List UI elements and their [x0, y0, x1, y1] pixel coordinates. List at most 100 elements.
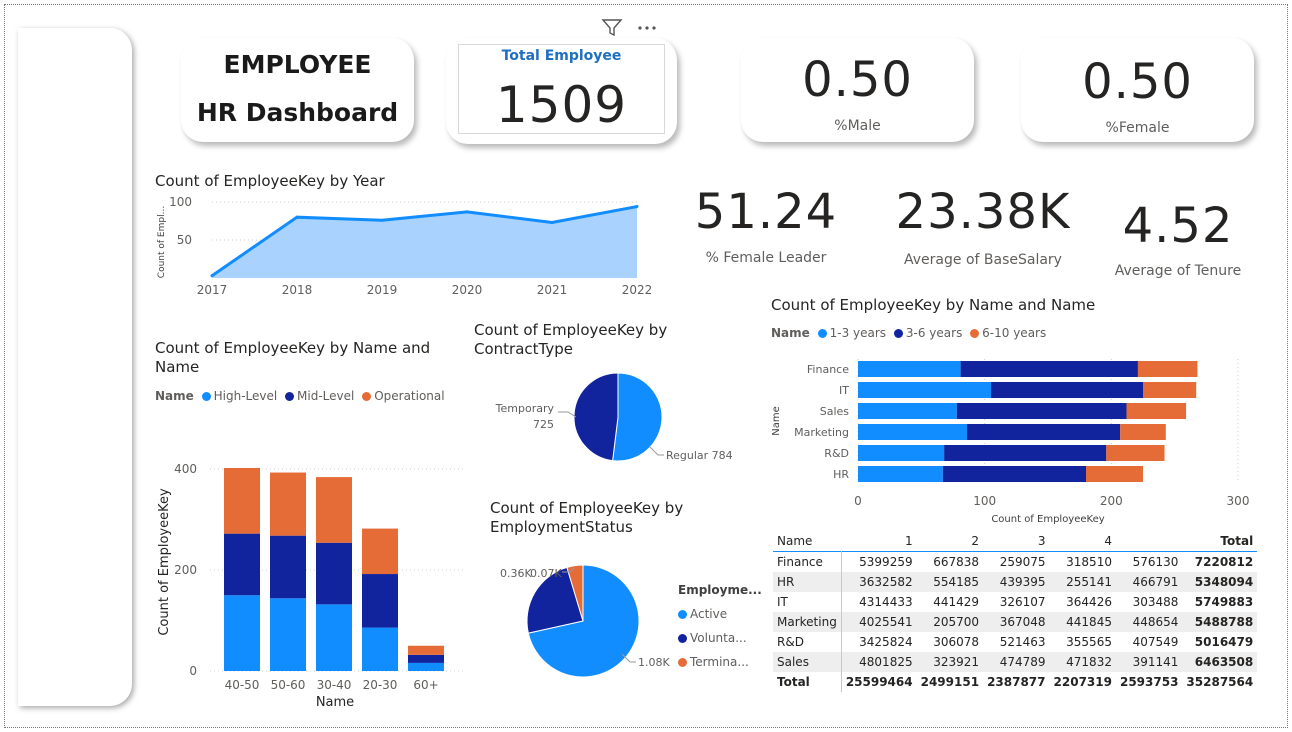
- column-header[interactable]: 1: [841, 531, 916, 552]
- bar-segment[interactable]: [1106, 445, 1165, 461]
- table-cell[interactable]: 355565: [1050, 632, 1116, 652]
- table-cell[interactable]: 364426: [1050, 592, 1116, 612]
- column-header[interactable]: 3: [983, 531, 1049, 552]
- table-cell[interactable]: 35287564: [1182, 672, 1257, 692]
- table-cell[interactable]: 407549: [1116, 632, 1182, 652]
- filter-icon[interactable]: [601, 18, 623, 38]
- bar-segment[interactable]: [270, 598, 306, 671]
- tenure-legend-item-0[interactable]: 1-3 years: [830, 326, 886, 340]
- column-header[interactable]: Name: [773, 531, 841, 552]
- table-cell[interactable]: 441845: [1049, 612, 1116, 632]
- table-cell[interactable]: 3425824: [841, 632, 916, 652]
- table-cell[interactable]: 2387877: [983, 672, 1049, 692]
- table-cell[interactable]: 3632582: [841, 572, 917, 592]
- table-cell[interactable]: 5016479: [1182, 632, 1257, 652]
- bar-segment[interactable]: [316, 604, 352, 671]
- table-cell[interactable]: 326107: [983, 592, 1049, 612]
- table-cell[interactable]: 439395: [983, 572, 1050, 592]
- bar-segment[interactable]: [1143, 382, 1197, 398]
- column-header-total[interactable]: Total: [1182, 531, 1257, 552]
- table-cell[interactable]: 521463: [983, 632, 1049, 652]
- bar-segment[interactable]: [362, 574, 398, 628]
- table-cell[interactable]: 259075: [983, 552, 1049, 573]
- pie-slice[interactable]: [573, 372, 619, 462]
- tenure-stacked-bar-chart[interactable]: 0 100 200 300 Finance IT Sales Marketing R&D HR Co…: [768, 355, 1258, 527]
- column-header[interactable]: [1116, 531, 1182, 552]
- table-cell[interactable]: 5399259: [841, 552, 916, 573]
- bar-segment[interactable]: [224, 467, 260, 534]
- tenure-legend-item-2[interactable]: 6-10 years: [982, 326, 1046, 340]
- table-cell[interactable]: 2207319: [1050, 672, 1116, 692]
- table-cell[interactable]: 471832: [1049, 652, 1116, 672]
- table-cell[interactable]: 6463508: [1182, 652, 1258, 672]
- bar-segment[interactable]: [224, 533, 260, 596]
- age-stacked-column-chart[interactable]: 400 200 0 40-50 50-60 30-40 20-30 60+ Name Count …: [150, 455, 470, 715]
- table-cell[interactable]: 323921: [916, 652, 984, 672]
- table-cell[interactable]: Finance: [773, 551, 842, 572]
- table-cell[interactable]: 255141: [1049, 572, 1116, 592]
- table-row[interactable]: Sales 4801825 323921 474789 471832 391141 6463…: [773, 652, 1258, 672]
- bar-segment[interactable]: [858, 466, 943, 482]
- age-legend-item-1[interactable]: Mid-Level: [297, 389, 354, 403]
- data-point[interactable]: [295, 215, 299, 219]
- data-point[interactable]: [635, 205, 639, 209]
- table-cell[interactable]: 205700: [916, 612, 984, 632]
- bar-segment[interactable]: [858, 424, 967, 440]
- table-cell[interactable]: IT: [773, 592, 842, 612]
- table-cell[interactable]: Marketing: [773, 612, 842, 632]
- bar-segment[interactable]: [956, 403, 1127, 419]
- bar-segment[interactable]: [316, 477, 352, 543]
- data-point[interactable]: [380, 218, 384, 222]
- table-row[interactable]: HR 3632582 554185 439395 255141 466791 5348094: [773, 572, 1258, 592]
- bar-segment[interactable]: [1120, 424, 1166, 440]
- table-cell[interactable]: 474789: [983, 652, 1050, 672]
- table-cell[interactable]: 367048: [983, 612, 1050, 632]
- table-cell[interactable]: R&D: [773, 632, 842, 652]
- year-area-chart[interactable]: 100 50 2017 2018 2019 2020 2021 2022 Count of Em…: [150, 192, 660, 302]
- table-cell[interactable]: 318510: [1050, 552, 1116, 573]
- table-cell[interactable]: 667838: [917, 552, 983, 573]
- data-point[interactable]: [210, 274, 214, 278]
- bar-segment[interactable]: [942, 466, 1086, 482]
- table-cell[interactable]: 2499151: [917, 672, 983, 692]
- table-row[interactable]: R&D 3425824 306078 521463 355565 407549 501647…: [773, 632, 1257, 652]
- age-legend-item-0[interactable]: High-Level: [214, 389, 278, 403]
- table-cell[interactable]: 4314433: [841, 592, 916, 612]
- bar-segment[interactable]: [270, 535, 306, 599]
- bar-segment[interactable]: [966, 424, 1121, 440]
- table-cell[interactable]: 303488: [1116, 592, 1182, 612]
- table-cell[interactable]: 441429: [917, 592, 983, 612]
- bar-segment[interactable]: [408, 645, 444, 655]
- column-header[interactable]: 4: [1050, 531, 1116, 552]
- table-cell[interactable]: HR: [773, 572, 842, 592]
- table-cell[interactable]: 448654: [1115, 612, 1183, 632]
- table-cell[interactable]: 554185: [916, 572, 984, 592]
- table-row[interactable]: IT 4314433 441429 326107 364426 303488 5749883: [773, 592, 1257, 612]
- status-pie-chart[interactable]: 0.07K0.36K 1.08K: [490, 548, 680, 688]
- bar-segment[interactable]: [270, 472, 306, 536]
- status-legend-item-1[interactable]: Volunta...: [690, 631, 747, 645]
- table-cell[interactable]: Sales: [773, 652, 842, 672]
- bar-segment[interactable]: [858, 445, 945, 461]
- table-row[interactable]: Marketing 4025541 205700 367048 441845 448654…: [773, 612, 1258, 632]
- bar-segment[interactable]: [960, 361, 1138, 377]
- table-cell[interactable]: 306078: [917, 632, 983, 652]
- column-header[interactable]: 2: [917, 531, 983, 552]
- table-cell[interactable]: 5488788: [1182, 612, 1258, 632]
- status-legend-item-0[interactable]: Active: [690, 607, 727, 621]
- table-cell[interactable]: 7220812: [1182, 552, 1257, 573]
- bar-segment[interactable]: [316, 542, 352, 605]
- table-cell[interactable]: 5348094: [1182, 572, 1258, 592]
- data-point[interactable]: [550, 221, 554, 225]
- status-legend-item-2[interactable]: Termina...: [690, 655, 749, 669]
- more-options-icon[interactable]: [636, 18, 660, 38]
- bar-segment[interactable]: [1137, 361, 1198, 377]
- bar-segment[interactable]: [1086, 466, 1143, 482]
- table-cell[interactable]: 2593753: [1116, 672, 1182, 692]
- table-total-row[interactable]: Total 25599464 2499151 2387877 2207319 259375…: [773, 672, 1257, 692]
- table-cell[interactable]: 576130: [1116, 552, 1182, 573]
- data-point[interactable]: [465, 210, 469, 214]
- bar-segment[interactable]: [408, 662, 444, 671]
- age-legend-item-2[interactable]: Operational: [374, 389, 444, 403]
- table-cell[interactable]: 466791: [1115, 572, 1183, 592]
